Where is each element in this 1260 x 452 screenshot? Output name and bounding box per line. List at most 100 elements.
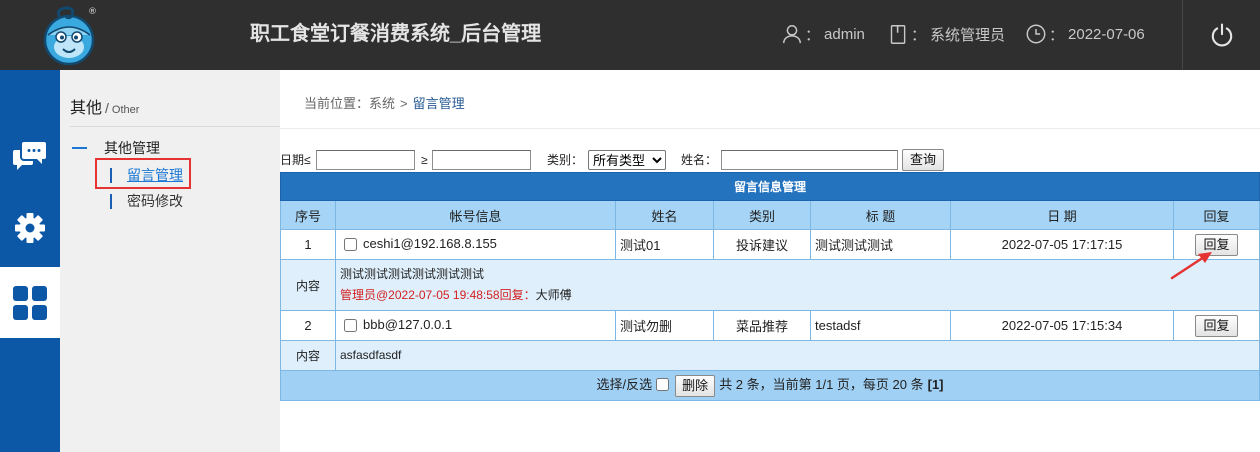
row-subject: testadsf <box>810 310 951 341</box>
delete-button[interactable]: 删除 <box>675 374 716 397</box>
select-all-checkbox[interactable] <box>656 378 670 392</box>
breadcrumb-prefix: 当前位置： <box>304 96 370 111</box>
item-bar-icon <box>110 193 112 209</box>
query-button[interactable]: 查询 <box>902 149 944 171</box>
header-username: admin <box>824 25 865 43</box>
gear-icon[interactable] <box>14 212 46 244</box>
sidebar-group[interactable]: 其他管理 <box>72 138 160 158</box>
sidebar-group-label[interactable]: 其他管理 <box>104 138 160 158</box>
breadcrumb-current: 留言管理 <box>412 96 465 111</box>
logo-mark: ® <box>88 7 97 17</box>
sidebar-heading-sep: / <box>105 100 109 116</box>
nav-item-other[interactable] <box>0 267 60 338</box>
item-bar-icon <box>110 167 112 183</box>
nav-item-messages[interactable] <box>0 120 60 191</box>
message-table: 留言信息管理 序号 帐号信息 姓名 类别 标 题 日 期 回复 1 ceshi1… <box>279 172 1260 401</box>
table-content-row: 内容 测试测试测试测试测试测试 管理员@2022-07-05 19:48:58回… <box>280 259 1260 311</box>
table-title: 留言信息管理 <box>279 172 1260 201</box>
row-category: 菜品推荐 <box>713 310 811 341</box>
header-user: ： admin <box>781 21 865 47</box>
column-header-account: 帐号信息 <box>335 200 616 230</box>
content-label: 内容 <box>280 340 336 371</box>
row-select-checkbox[interactable] <box>344 318 357 332</box>
chat-icon[interactable] <box>13 141 47 171</box>
app-title: 职工食堂订餐消费系统_后台管理 <box>250 23 542 45</box>
row-reply-cell: 回复 <box>1172 229 1260 260</box>
column-header-name: 姓名 <box>615 200 714 230</box>
reply-button[interactable]: 回复 <box>1195 314 1239 337</box>
logout-button[interactable] <box>1182 0 1260 70</box>
table-footer: 选择/反选 删除共 2 条，当前第 1/1 页，每页 20 条 [1] <box>279 370 1260 401</box>
name-label: 姓名： <box>681 153 718 167</box>
reply-line: 管理员@2022-07-05 19:48:58回复：大师傅 <box>340 285 1255 306</box>
column-header-index: 序号 <box>280 200 336 230</box>
breadcrumb-divider <box>280 128 1260 129</box>
sidebar-item-message-management[interactable]: 留言管理 <box>110 165 183 185</box>
message-content: asfasdfasdf <box>340 348 402 362</box>
document-icon <box>890 24 906 44</box>
header-role: ： 系统管理员 <box>888 21 1005 47</box>
reply-text: 大师傅 <box>535 288 572 302</box>
row-account: ceshi1@192.168.8.155 <box>335 229 616 260</box>
header-date: ： 2022-07-06 <box>1025 21 1145 47</box>
pagination-summary: 共 2 条，当前第 1/1 页，每页 20 条 <box>719 377 924 393</box>
row-account-text: ceshi1@192.168.8.155 <box>363 236 497 252</box>
table-header-row: 序号 帐号信息 姓名 类别 标 题 日 期 回复 <box>280 200 1260 230</box>
grid-icon[interactable] <box>13 285 47 320</box>
column-header-subject: 标 题 <box>810 200 951 230</box>
row-reply-cell: 回复 <box>1172 310 1260 341</box>
content-cell: asfasdfasdf <box>334 340 1260 371</box>
sidebar: 其他 / Other 其他管理 留言管理 密码修改 <box>60 70 280 452</box>
row-date: 2022-07-05 17:15:34 <box>950 310 1174 341</box>
group-dash-icon <box>72 147 87 149</box>
category-select[interactable]: 所有类型 <box>588 150 666 170</box>
power-icon[interactable] <box>1208 21 1236 49</box>
date-le-label: 日期≤ <box>280 153 311 167</box>
row-account: bbb@127.0.0.1 <box>335 310 616 341</box>
table-footer-row: 选择/反选 删除共 2 条，当前第 1/1 页，每页 20 条 [1] <box>279 370 1260 401</box>
sidebar-item-password-change[interactable]: 密码修改 <box>110 191 183 211</box>
reply-button[interactable]: 回复 <box>1195 233 1239 256</box>
header-role-colon: ： <box>911 26 927 44</box>
select-toggle-label: 选择/反选 <box>596 377 653 393</box>
header-date-value: 2022-07-06 <box>1068 25 1145 43</box>
name-input[interactable] <box>721 150 898 170</box>
date-le-input[interactable] <box>316 150 415 170</box>
clock-icon <box>1026 24 1046 44</box>
user-icon <box>783 25 801 44</box>
column-header-reply: 回复 <box>1172 200 1260 230</box>
table-row: 2 bbb@127.0.0.1 测试勿删 菜品推荐 testadsf 2022-… <box>280 310 1260 341</box>
column-header-category: 类别 <box>713 200 811 230</box>
table-title-row: 留言信息管理 <box>279 172 1260 201</box>
nav-item-settings[interactable] <box>0 192 60 264</box>
header-date-colon: ： <box>1049 26 1065 44</box>
row-name: 测试01 <box>615 229 714 260</box>
row-index: 2 <box>280 310 336 341</box>
content-cell: 测试测试测试测试测试测试 管理员@2022-07-05 19:48:58回复：大… <box>334 259 1260 311</box>
row-select-checkbox[interactable] <box>344 237 357 251</box>
icon-nav <box>0 70 60 452</box>
header-user-colon: ： <box>805 26 821 44</box>
sidebar-divider <box>70 126 280 127</box>
row-subject: 测试测试测试 <box>810 229 951 260</box>
breadcrumb-separator: > <box>400 96 408 111</box>
sidebar-heading-cn: 其他 <box>70 100 103 117</box>
row-account-text: bbb@127.0.0.1 <box>363 317 453 333</box>
sidebar-item-label[interactable]: 密码修改 <box>127 191 183 211</box>
breadcrumb-root: 系统 <box>369 96 396 111</box>
content-label: 内容 <box>280 259 336 311</box>
row-category: 投诉建议 <box>713 229 811 260</box>
row-name: 测试勿删 <box>615 310 714 341</box>
page-link-1[interactable]: [1] <box>928 377 944 392</box>
top-bar: ® 职工食堂订餐消费系统_后台管理 ： admin ： 系统管理员 ： 2022… <box>0 0 1260 70</box>
column-header-date: 日 期 <box>950 200 1174 230</box>
sidebar-heading-en: Other <box>111 104 140 116</box>
date-ge-input[interactable] <box>432 150 531 170</box>
table-row: 1 ceshi1@192.168.8.155 测试01 投诉建议 测试测试测试 … <box>280 229 1260 260</box>
reply-meta: 管理员@2022-07-05 19:48:58回复： <box>340 288 536 302</box>
sidebar-heading: 其他 / Other <box>70 98 139 120</box>
sidebar-item-label[interactable]: 留言管理 <box>127 165 183 185</box>
breadcrumb: 当前位置：系统 > 留言管理 <box>304 95 465 113</box>
header-role-name: 系统管理员 <box>930 26 1006 44</box>
category-label: 类别： <box>547 153 584 167</box>
